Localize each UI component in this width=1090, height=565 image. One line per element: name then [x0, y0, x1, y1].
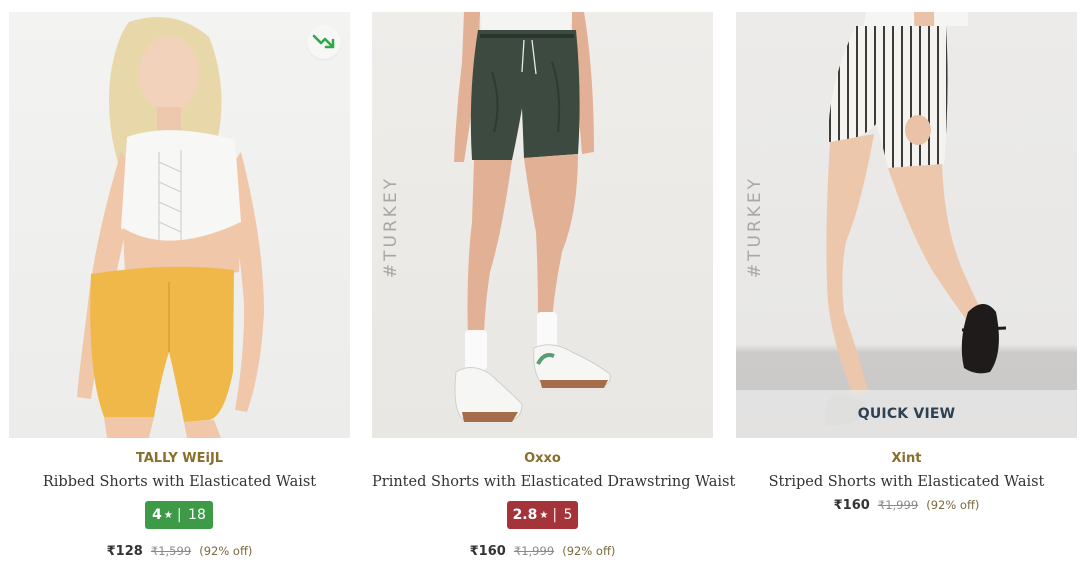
product-photo-illustration — [77, 17, 264, 438]
product-name[interactable]: Striped Shorts with Elasticated Waist — [736, 474, 1077, 490]
product-photo-illustration — [824, 12, 1007, 426]
original-price: ₹1,999 — [877, 498, 919, 512]
trending-down-icon — [312, 34, 335, 49]
original-price: ₹1,999 — [513, 544, 555, 558]
discount-percent: (92% off) — [926, 498, 980, 512]
rating-count: 18 — [188, 507, 206, 523]
rating-badge: 4 ★ | 18 — [145, 501, 213, 529]
product-brand: Xint — [891, 451, 922, 466]
rating-separator: | — [176, 507, 182, 523]
rating-value: 4 — [152, 507, 162, 523]
selling-price: ₹160 — [833, 498, 870, 513]
selling-price: ₹128 — [106, 544, 143, 559]
product-image[interactable]: #TURKEY — [372, 12, 713, 438]
original-price: ₹1,599 — [150, 544, 192, 558]
discount-percent: (92% off) — [199, 544, 253, 558]
product-image[interactable]: #TURKEY QUICK VIEW — [736, 12, 1077, 438]
price-row: ₹160 ₹1,999 (92% off) — [736, 494, 1077, 513]
star-icon: ★ — [163, 510, 173, 521]
product-card[interactable]: #TURKEY Oxxo Printed Shorts with Elastic… — [372, 12, 735, 565]
trend-button[interactable] — [307, 25, 341, 59]
rating-value: 2.8 — [512, 507, 538, 523]
star-icon: ★ — [539, 510, 549, 521]
product-grid: TALLY WEiJL Ribbed Shorts with Elasticat… — [9, 12, 1079, 565]
image-tag: #TURKEY — [381, 175, 401, 279]
rating-badge: 2.8 ★ | 5 — [507, 501, 578, 529]
product-card[interactable]: #TURKEY QUICK VIEW Xint Striped Shorts w… — [736, 12, 1077, 565]
rating-separator: | — [552, 507, 558, 523]
product-brand: TALLY WEiJL — [135, 451, 224, 466]
product-photo-illustration — [454, 12, 611, 422]
quick-view-label: QUICK VIEW — [857, 406, 956, 422]
discount-percent: (92% off) — [562, 544, 616, 558]
product-brand: Oxxo — [524, 451, 561, 466]
product-card[interactable]: TALLY WEiJL Ribbed Shorts with Elasticat… — [9, 12, 350, 565]
price-row: ₹128 ₹1,599 (92% off) — [9, 540, 350, 559]
image-tag: #TURKEY — [745, 175, 765, 279]
rating-count: 5 — [563, 507, 573, 523]
price-row: ₹160 ₹1,999 (92% off) — [372, 540, 713, 559]
product-name[interactable]: Ribbed Shorts with Elasticated Waist — [9, 474, 350, 490]
product-image[interactable] — [9, 12, 350, 438]
selling-price: ₹160 — [469, 544, 506, 559]
product-name[interactable]: Printed Shorts with Elasticated Drawstri… — [372, 474, 735, 490]
quick-view-button[interactable]: QUICK VIEW — [736, 390, 1077, 438]
